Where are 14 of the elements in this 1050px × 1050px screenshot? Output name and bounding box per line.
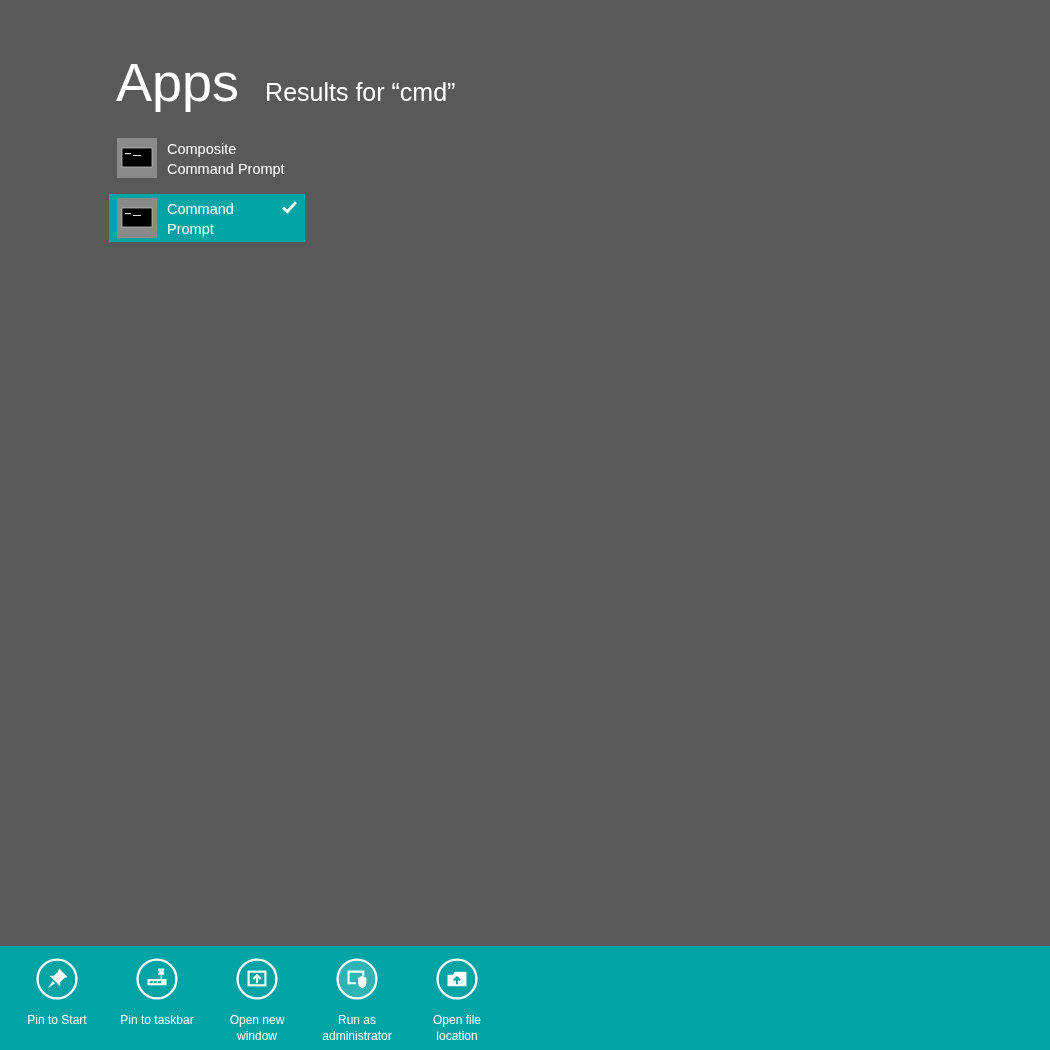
app-bar-command[interactable]: Pin to Start [7,958,107,1050]
app-bar-command[interactable]: Pin to taskbar [107,958,207,1050]
checkmark-icon [282,201,297,214]
app-result-tile[interactable]: Composite Command Prompt [109,134,305,182]
page-title: Apps [116,52,240,112]
app-bar-command[interactable]: Open new window [207,958,307,1050]
search-results-heading: Results for “cmd” [265,78,456,107]
console-icon [117,198,157,238]
app-bar-command[interactable]: Run as administrator [307,958,407,1050]
app-bar-command[interactable]: Open file location [407,958,507,1050]
console-icon [117,138,157,178]
app-result-tile[interactable]: Command Prompt [109,194,305,242]
app-name: Composite Command Prompt [167,140,286,179]
app-name: Command Prompt [167,200,235,239]
